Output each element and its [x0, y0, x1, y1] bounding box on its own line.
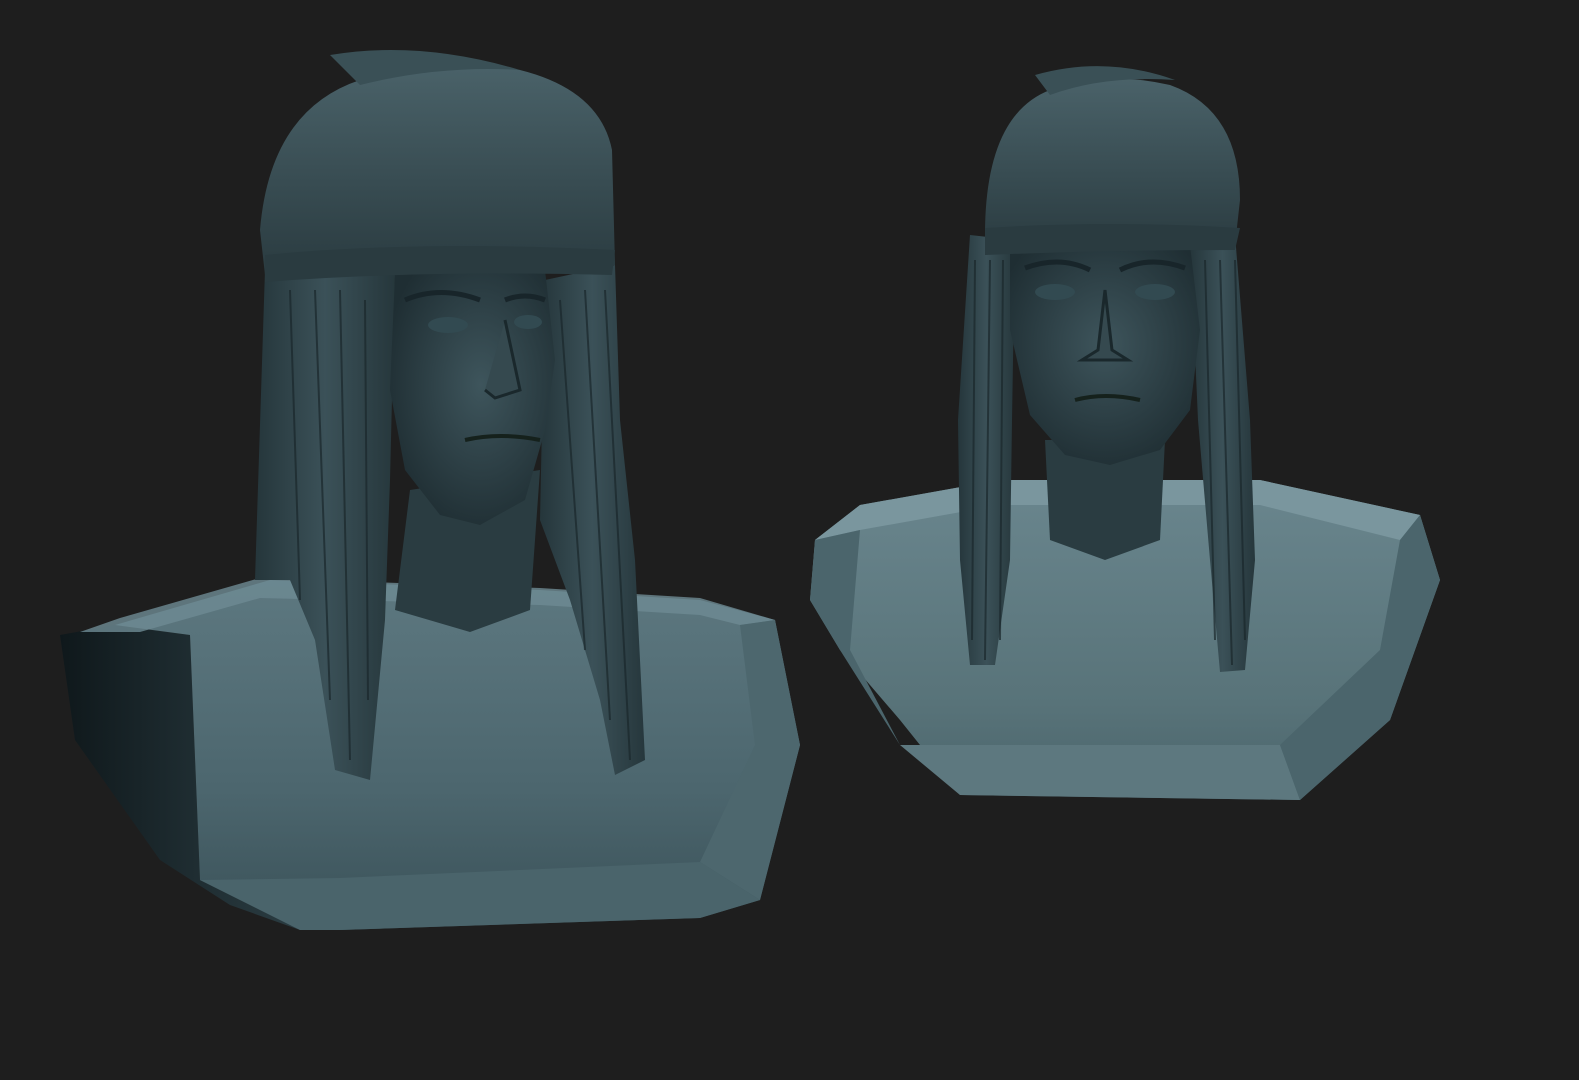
viewport: [0, 0, 1579, 1080]
bust-front-view: [810, 66, 1440, 800]
bust-bandana-right: [985, 66, 1240, 255]
bust-face-right: [1010, 245, 1200, 465]
